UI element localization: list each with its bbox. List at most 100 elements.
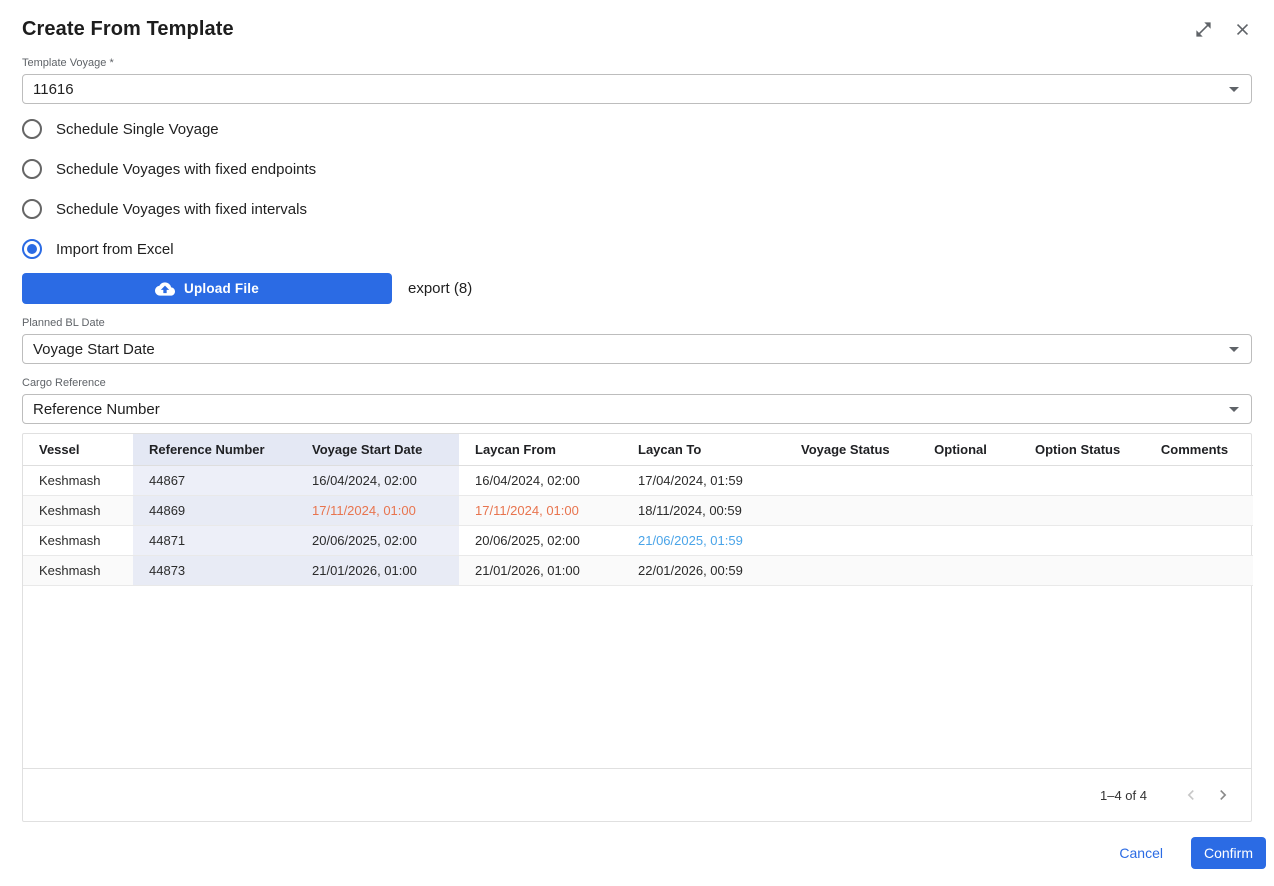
- radio-label: Import from Excel: [56, 241, 174, 258]
- column-header-vessel: Vessel: [23, 434, 133, 465]
- header-actions: [1194, 20, 1252, 39]
- template-voyage-value: 11616: [33, 81, 74, 98]
- cell-laycan-from: 20/06/2025, 02:00: [459, 525, 622, 555]
- voyages-table: Vessel Reference Number Voyage Start Dat…: [22, 433, 1252, 822]
- cell-voyage-start-date: 17/11/2024, 01:00: [296, 495, 459, 525]
- cell-laycan-to: 22/01/2026, 00:59: [622, 555, 785, 585]
- expand-dialog-button[interactable]: [1194, 20, 1213, 39]
- cell-optional: [902, 465, 1019, 495]
- radio-selected-icon: [22, 239, 42, 259]
- cell-reference-number: 44867: [133, 465, 296, 495]
- cell-laycan-from: 17/11/2024, 01:00: [459, 495, 622, 525]
- cell-reference-number: 44869: [133, 495, 296, 525]
- close-dialog-button[interactable]: [1233, 20, 1252, 39]
- cell-option-status: [1019, 465, 1136, 495]
- schedule-mode-radio-group: Schedule Single Voyage Schedule Voyages …: [22, 109, 1252, 269]
- chevron-down-icon: [1229, 347, 1239, 352]
- cell-reference-number: 44871: [133, 525, 296, 555]
- radio-label: Schedule Voyages with fixed intervals: [56, 201, 307, 218]
- planned-bl-date-value: Voyage Start Date: [33, 341, 155, 358]
- pagination-range: 1–4 of 4: [1100, 788, 1147, 803]
- dialog-title: Create From Template: [22, 18, 234, 41]
- cell-laycan-to: 17/04/2024, 01:59: [622, 465, 785, 495]
- upload-row: Upload File export (8): [22, 273, 1252, 304]
- upload-file-label: Upload File: [184, 281, 259, 296]
- next-page-button[interactable]: [1207, 779, 1239, 811]
- cell-vessel: Keshmash: [23, 465, 133, 495]
- radio-schedule-voyages-fixed-intervals[interactable]: Schedule Voyages with fixed intervals: [22, 189, 1252, 229]
- cell-vessel: Keshmash: [23, 525, 133, 555]
- cell-comments: [1136, 495, 1253, 525]
- column-header-reference-number: Reference Number: [133, 434, 296, 465]
- radio-unselected-icon: [22, 159, 42, 179]
- confirm-button[interactable]: Confirm: [1191, 837, 1266, 869]
- close-icon: [1233, 20, 1252, 39]
- radio-label: Schedule Voyages with fixed endpoints: [56, 161, 316, 178]
- column-header-comments: Comments: [1136, 434, 1253, 465]
- radio-label: Schedule Single Voyage: [56, 121, 219, 138]
- cell-option-status: [1019, 555, 1136, 585]
- table-row[interactable]: Keshmash 44869 17/11/2024, 01:00 17/11/2…: [23, 495, 1253, 525]
- table-row[interactable]: Keshmash 44873 21/01/2026, 01:00 21/01/2…: [23, 555, 1253, 585]
- column-header-optional: Optional: [902, 434, 1019, 465]
- radio-import-from-excel[interactable]: Import from Excel: [22, 229, 1252, 269]
- cell-option-status: [1019, 525, 1136, 555]
- cell-voyage-status: [785, 495, 902, 525]
- cloud-upload-icon: [155, 279, 175, 299]
- create-from-template-dialog: Create From Template Template Voyage * 1…: [0, 0, 1274, 886]
- cell-voyage-status: [785, 555, 902, 585]
- cancel-button[interactable]: Cancel: [1105, 839, 1177, 867]
- cell-voyage-status: [785, 465, 902, 495]
- table-header-row: Vessel Reference Number Voyage Start Dat…: [23, 434, 1253, 465]
- chevron-left-icon: [1181, 785, 1201, 805]
- table-empty-area: [23, 586, 1251, 769]
- column-header-voyage-start-date: Voyage Start Date: [296, 434, 459, 465]
- dialog-header: Create From Template: [22, 0, 1252, 44]
- table-pagination: 1–4 of 4: [23, 768, 1251, 821]
- cell-option-status: [1019, 495, 1136, 525]
- previous-page-button[interactable]: [1175, 779, 1207, 811]
- radio-schedule-voyages-fixed-endpoints[interactable]: Schedule Voyages with fixed endpoints: [22, 149, 1252, 189]
- cell-reference-number: 44873: [133, 555, 296, 585]
- cell-comments: [1136, 525, 1253, 555]
- radio-schedule-single-voyage[interactable]: Schedule Single Voyage: [22, 109, 1252, 149]
- column-header-laycan-to: Laycan To: [622, 434, 785, 465]
- planned-bl-date-label: Planned BL Date: [22, 317, 1252, 330]
- expand-icon: [1194, 20, 1213, 39]
- chevron-down-icon: [1229, 407, 1239, 412]
- cell-laycan-from: 21/01/2026, 01:00: [459, 555, 622, 585]
- uploaded-file-name: export (8): [408, 280, 472, 297]
- cell-comments: [1136, 555, 1253, 585]
- column-header-laycan-from: Laycan From: [459, 434, 622, 465]
- table-row[interactable]: Keshmash 44871 20/06/2025, 02:00 20/06/2…: [23, 525, 1253, 555]
- chevron-right-icon: [1213, 785, 1233, 805]
- cell-voyage-start-date: 16/04/2024, 02:00: [296, 465, 459, 495]
- upload-file-button[interactable]: Upload File: [22, 273, 392, 304]
- dialog-content: Create From Template Template Voyage * 1…: [0, 0, 1274, 822]
- table-row[interactable]: Keshmash 44867 16/04/2024, 02:00 16/04/2…: [23, 465, 1253, 495]
- cell-laycan-to: 21/06/2025, 01:59: [622, 525, 785, 555]
- cell-vessel: Keshmash: [23, 555, 133, 585]
- column-header-option-status: Option Status: [1019, 434, 1136, 465]
- cell-laycan-from: 16/04/2024, 02:00: [459, 465, 622, 495]
- column-header-voyage-status: Voyage Status: [785, 434, 902, 465]
- voyages-grid: Vessel Reference Number Voyage Start Dat…: [23, 434, 1253, 586]
- cell-voyage-start-date: 21/01/2026, 01:00: [296, 555, 459, 585]
- cargo-reference-value: Reference Number: [33, 401, 160, 418]
- dialog-actions: Cancel Confirm: [0, 822, 1274, 886]
- cell-comments: [1136, 465, 1253, 495]
- template-voyage-label: Template Voyage *: [22, 57, 1252, 70]
- cargo-reference-select[interactable]: Reference Number: [22, 394, 1252, 424]
- cell-voyage-status: [785, 525, 902, 555]
- cell-voyage-start-date: 20/06/2025, 02:00: [296, 525, 459, 555]
- radio-unselected-icon: [22, 119, 42, 139]
- cell-optional: [902, 555, 1019, 585]
- cell-optional: [902, 525, 1019, 555]
- cell-optional: [902, 495, 1019, 525]
- radio-unselected-icon: [22, 199, 42, 219]
- cargo-reference-label: Cargo Reference: [22, 377, 1252, 390]
- planned-bl-date-select[interactable]: Voyage Start Date: [22, 334, 1252, 364]
- template-voyage-select[interactable]: 11616: [22, 74, 1252, 104]
- chevron-down-icon: [1229, 87, 1239, 92]
- cell-laycan-to: 18/11/2024, 00:59: [622, 495, 785, 525]
